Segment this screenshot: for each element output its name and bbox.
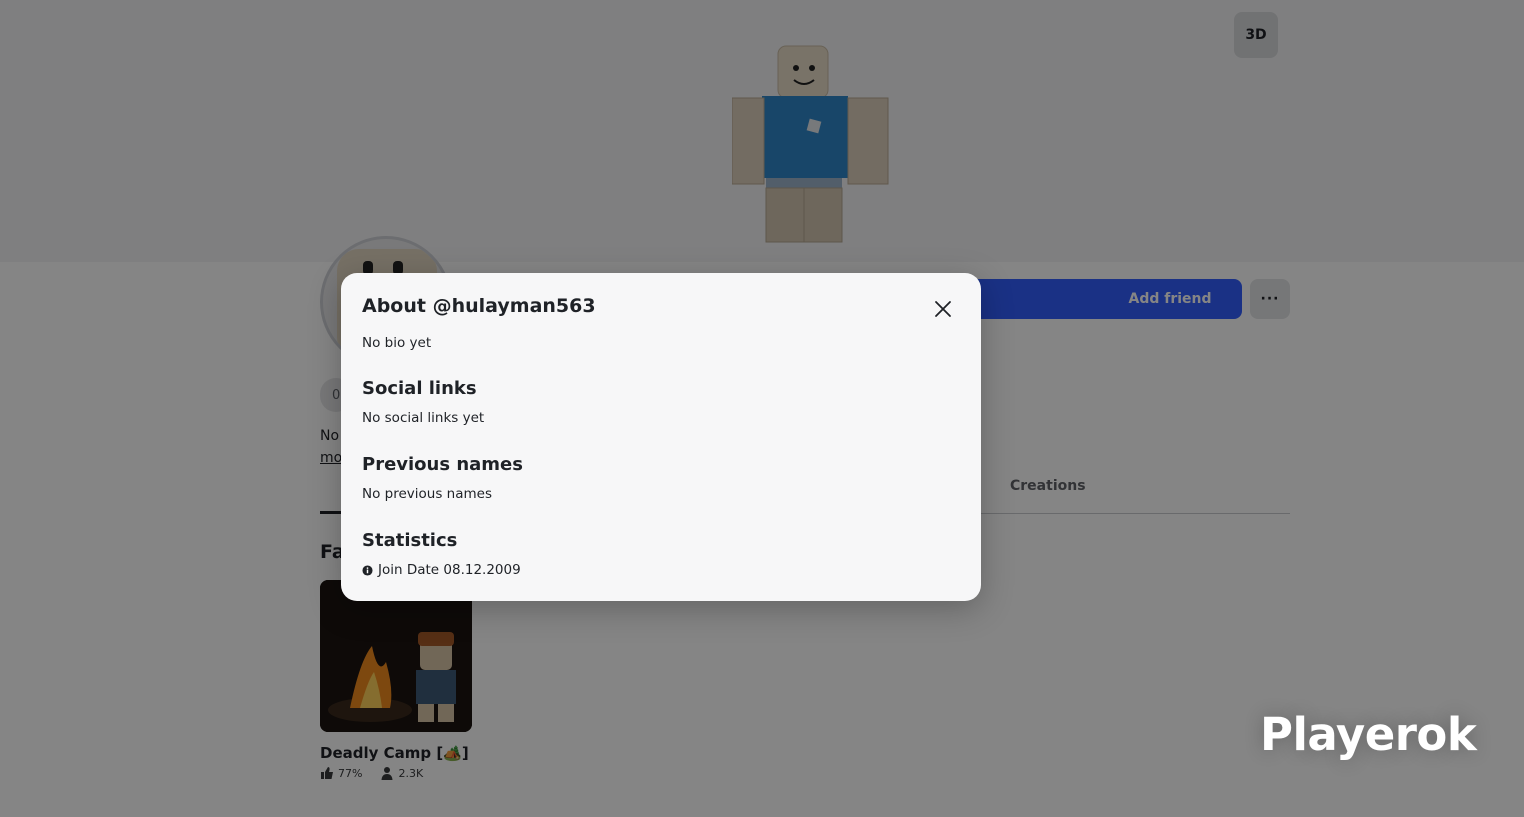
statistics-heading: Statistics [362,530,458,551]
join-date-text: Join Date 08.12.2009 [378,562,521,578]
bio-text: No bio yet [362,335,432,351]
previous-names-heading: Previous names [362,454,523,475]
social-links-text: No social links yet [362,410,485,426]
social-links-heading: Social links [362,378,477,399]
playerok-watermark: Playerok [1260,708,1477,761]
modal-title: About @hulayman563 [362,295,596,317]
close-icon[interactable] [931,297,955,321]
join-date-row: Join Date 08.12.2009 [362,560,521,580]
about-modal: About @hulayman563 No bio yet Social lin… [341,273,981,601]
previous-names-text: No previous names [362,486,492,502]
info-icon [362,564,373,576]
